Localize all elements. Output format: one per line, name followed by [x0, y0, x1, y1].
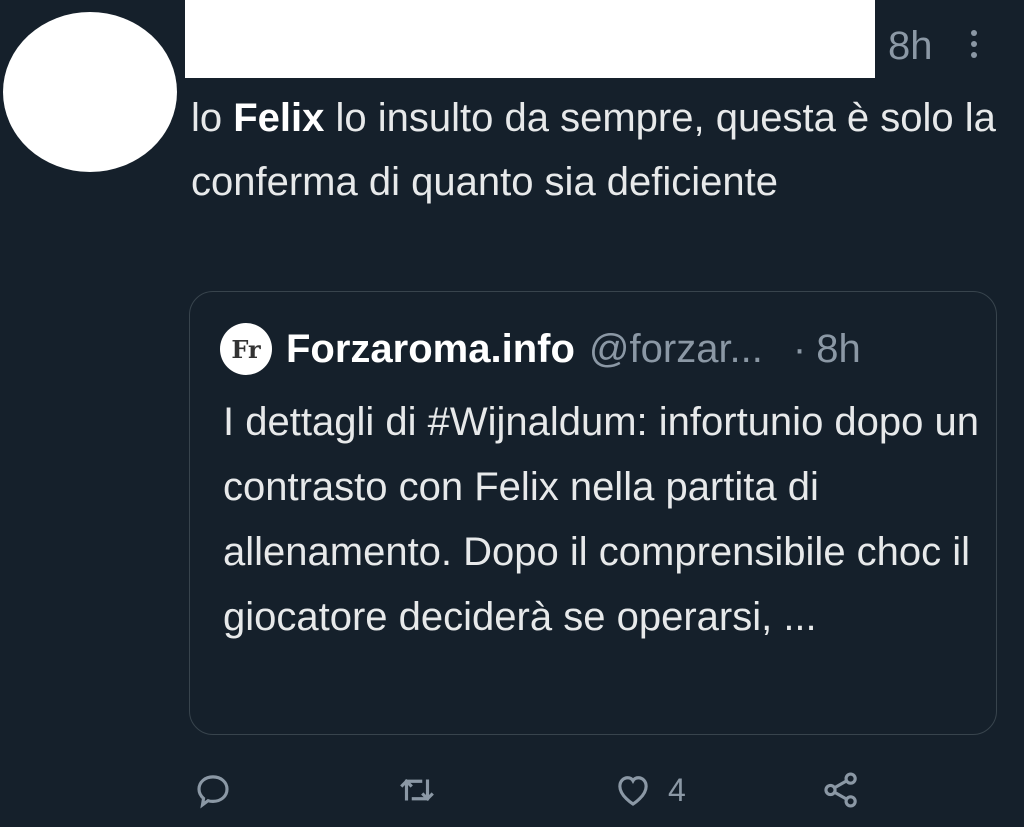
reply-icon: [197, 775, 229, 809]
like-count: 4: [668, 771, 686, 808]
quoted-author-handle: @forzar...: [588, 326, 763, 371]
retweet-icon: [400, 779, 434, 801]
heart-icon: [618, 776, 648, 806]
quoted-tweet-time[interactable]: 8h: [816, 327, 861, 372]
redacted-user-name: [185, 0, 875, 78]
share-button[interactable]: [820, 765, 862, 815]
more-options-icon[interactable]: [966, 30, 982, 64]
quoted-tweet-header: Fr Forzaroma.info @forzar... · 8h: [220, 322, 861, 376]
tweet-text: lo Felix lo insulto da sempre, questa è …: [191, 86, 1011, 214]
tweet-time[interactable]: 8h: [888, 22, 933, 70]
quoted-avatar-text: Fr: [231, 334, 261, 364]
retweet-button[interactable]: [396, 765, 438, 815]
tweet-text-before: lo: [191, 96, 234, 140]
tweet-text-bold: Felix: [233, 96, 325, 140]
quoted-avatar[interactable]: Fr: [220, 323, 272, 375]
quoted-author-name[interactable]: Forzaroma.info: [286, 327, 575, 372]
quoted-separator: ·: [792, 326, 807, 371]
tweet-actions: 4: [0, 765, 1024, 815]
reply-button[interactable]: [192, 765, 234, 815]
share-icon: [824, 772, 857, 808]
user-avatar[interactable]: [3, 12, 177, 172]
quoted-tweet-text: I dettagli di #Wijnaldum: infortunio dop…: [223, 400, 980, 639]
quoted-tweet-card[interactable]: Fr Forzaroma.info @forzar... · 8h I dett…: [189, 291, 997, 735]
like-button[interactable]: 4: [612, 765, 686, 815]
